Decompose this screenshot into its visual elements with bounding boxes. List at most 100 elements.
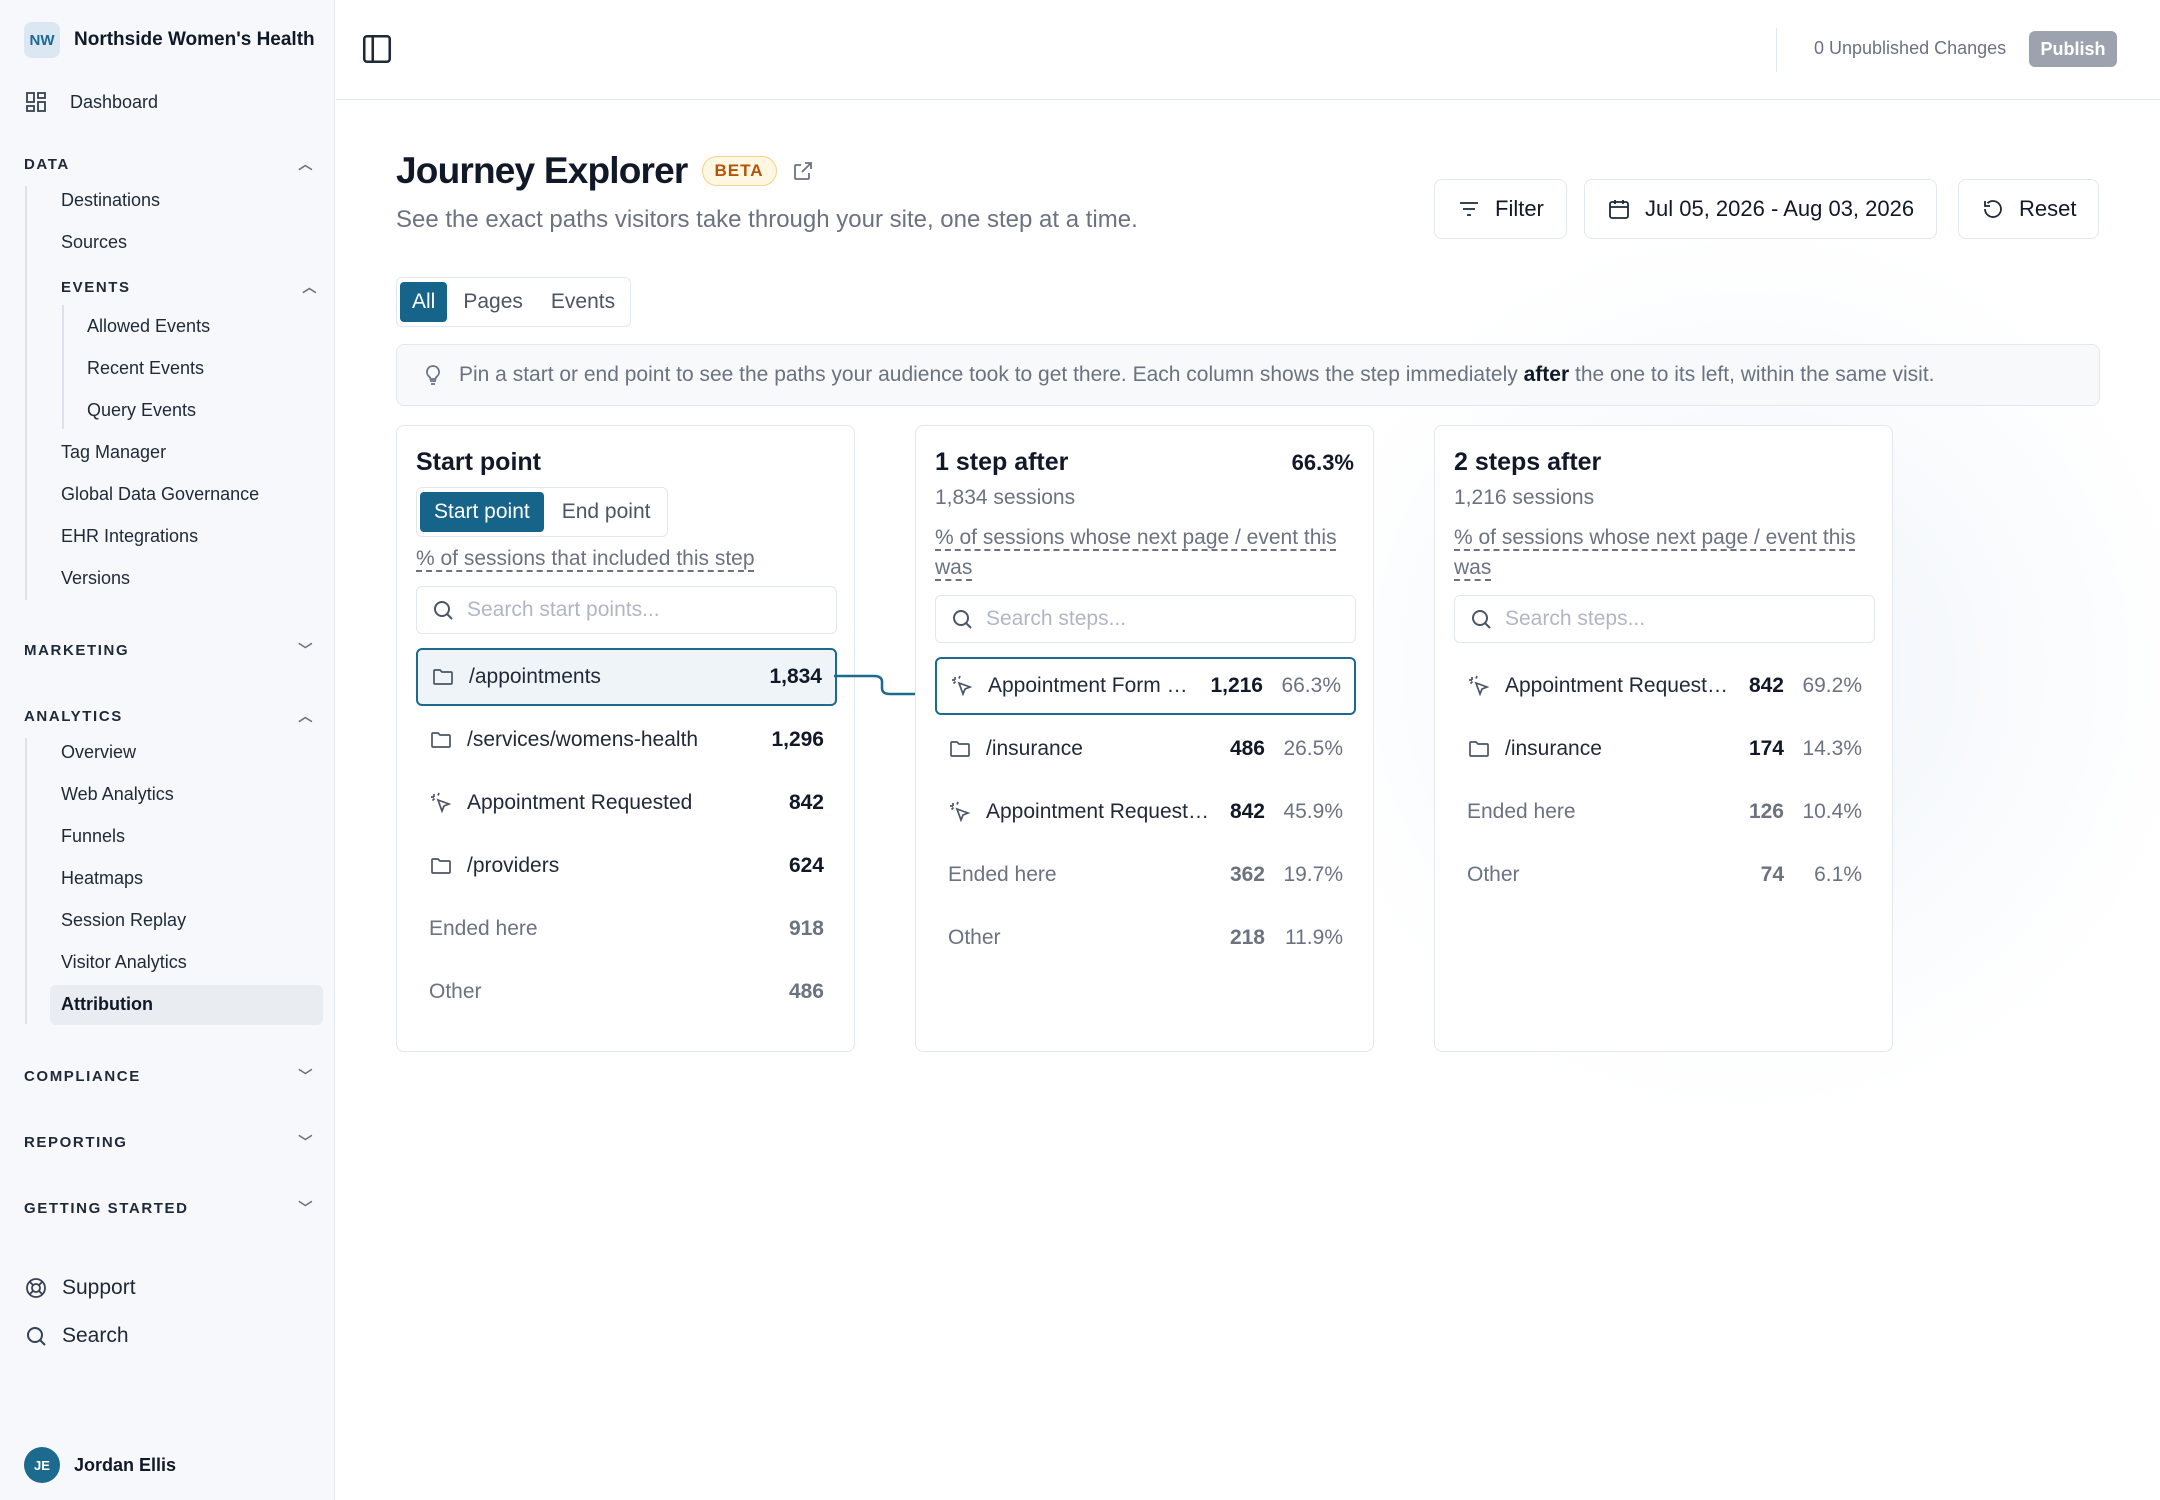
row-percent: 14.3%	[1802, 737, 1862, 760]
sidebar-item-ehr-integrations[interactable]: EHR Integrations	[61, 526, 198, 547]
list-item[interactable]: Appointment Requested 842	[416, 774, 837, 832]
sidebar-item-query-events[interactable]: Query Events	[87, 400, 196, 421]
support-link[interactable]: Support	[24, 1276, 136, 1300]
list-item[interactable]: Appointment Request… 842 45.9%	[935, 783, 1356, 841]
tab-all[interactable]: All	[400, 282, 448, 322]
date-range-button[interactable]: Jul 05, 2026 - Aug 03, 2026	[1584, 179, 1938, 239]
row-count: 174	[1748, 737, 1784, 760]
sidebar-item-funnels[interactable]: Funnels	[61, 826, 125, 847]
unpublished-changes: 0 Unpublished Changes	[1814, 38, 2007, 58]
sidebar-item-allowed-events[interactable]: Allowed Events	[87, 316, 210, 337]
sidebar-item-recent-events[interactable]: Recent Events	[87, 358, 204, 379]
chevron-up-icon: ︿	[298, 156, 314, 172]
row-label: Other	[948, 926, 1001, 949]
list-item[interactable]: Ended here 362 19.7%	[935, 846, 1356, 904]
row-count: 624	[788, 854, 824, 877]
tab-pages[interactable]: Pages	[451, 282, 535, 322]
row-percent: 11.9%	[1285, 926, 1343, 949]
list-item[interactable]: /appointments 1,834	[416, 648, 837, 706]
sidebar-item-global-data-governance[interactable]: Global Data Governance	[61, 484, 259, 505]
list-item[interactable]: /services/womens-health 1,296	[416, 711, 837, 769]
list-item[interactable]: Other 218 11.9%	[935, 909, 1356, 967]
list-item[interactable]: Ended here 918	[416, 900, 837, 958]
sidebar-item-web-analytics[interactable]: Web Analytics	[61, 784, 174, 805]
list-item[interactable]: Ended here 126 10.4%	[1454, 783, 1875, 841]
sidebar-item-tag-manager[interactable]: Tag Manager	[61, 442, 166, 463]
section-analytics-toggle[interactable]: ANALYTICS ︿	[24, 706, 314, 726]
sidebar-item-overview[interactable]: Overview	[61, 742, 136, 763]
row-percent: 66.3%	[1281, 674, 1341, 697]
chevron-down-icon: ﹀	[298, 1134, 314, 1150]
row-label: /insurance	[1505, 737, 1602, 760]
filter-icon	[1460, 202, 1478, 216]
row-count: 842	[788, 791, 824, 814]
section-label: GETTING STARTED	[24, 1199, 189, 1217]
search-steps[interactable]	[935, 595, 1356, 643]
section-marketing-toggle[interactable]: MARKETING ﹀	[24, 640, 314, 660]
search-start-points[interactable]	[416, 586, 837, 634]
list-item[interactable]: Other 486	[416, 963, 837, 1021]
tab-events[interactable]: Events	[539, 282, 627, 322]
sidebar-toggle-icon[interactable]	[360, 32, 394, 66]
row-label: /appointments	[469, 665, 601, 688]
org-switcher[interactable]: NW Northside Women's Health	[24, 22, 315, 58]
sidebar-item-heatmaps[interactable]: Heatmaps	[61, 868, 143, 889]
tree-line	[25, 186, 27, 600]
row-label: /services/womens-health	[467, 728, 699, 751]
list-item[interactable]: Appointment Request… 842 69.2%	[1454, 657, 1875, 715]
section-label: REPORTING	[24, 1133, 128, 1151]
click-event-icon	[950, 801, 971, 823]
folder-icon	[433, 669, 453, 685]
publish-button[interactable]: Publish	[2029, 31, 2117, 67]
user-menu[interactable]: JE Jordan Ellis	[24, 1447, 176, 1483]
list-item[interactable]: Other 74 6.1%	[1454, 846, 1875, 904]
section-data-toggle[interactable]: DATA ︿	[24, 154, 314, 174]
list-item[interactable]: /insurance 486 26.5%	[935, 720, 1356, 778]
row-count: 1,834	[769, 665, 822, 688]
chevron-down-icon: ﹀	[298, 642, 314, 658]
type-tabs: All Pages Events	[396, 277, 632, 327]
sidebar-item-versions[interactable]: Versions	[61, 568, 130, 589]
reset-icon	[1984, 200, 2002, 218]
sidebar-item-destinations[interactable]: Destinations	[61, 190, 160, 211]
search-icon	[27, 1327, 46, 1346]
sidebar-item-visitor-analytics[interactable]: Visitor Analytics	[61, 952, 187, 973]
section-compliance-toggle[interactable]: COMPLIANCE ﹀	[24, 1066, 314, 1086]
row-count: 486	[1229, 737, 1265, 760]
section-getting-started-toggle[interactable]: GETTING STARTED ﹀	[24, 1198, 314, 1218]
sidebar-item-dashboard[interactable]: Dashboard	[24, 90, 158, 114]
search-input[interactable]	[986, 607, 1341, 631]
list-item[interactable]: /insurance 174 14.3%	[1454, 720, 1875, 778]
click-event-icon	[431, 792, 452, 814]
section-reporting-toggle[interactable]: REPORTING ﹀	[24, 1132, 314, 1152]
column-start-point: Start point Start point End point % of s…	[396, 425, 855, 1052]
filter-button[interactable]: Filter	[1434, 179, 1567, 239]
folder-icon	[950, 741, 970, 757]
row-label: /providers	[467, 854, 560, 877]
column-step-2: 2 steps after 1,216 sessions % of sessio…	[1434, 425, 1893, 1052]
external-link-icon[interactable]	[791, 159, 815, 183]
search-input[interactable]	[1505, 607, 1860, 631]
sidebar-item-session-replay[interactable]: Session Replay	[61, 910, 186, 931]
section-label: ANALYTICS	[24, 707, 123, 725]
search-icon	[1472, 610, 1491, 629]
section-events-toggle[interactable]: EVENTS ︿	[61, 277, 318, 297]
search-steps[interactable]	[1454, 595, 1875, 643]
sidebar-item-sources[interactable]: Sources	[61, 232, 127, 253]
row-count: 842	[1229, 800, 1265, 823]
row-label: /insurance	[986, 737, 1083, 760]
column-note: % of sessions that included this step	[416, 547, 755, 570]
toggle-end-point[interactable]: End point	[548, 492, 665, 532]
search-link[interactable]: Search	[24, 1324, 129, 1348]
reset-button[interactable]: Reset	[1958, 179, 2100, 239]
section-label: DATA	[24, 155, 70, 173]
sidebar-item-attribution[interactable]: Attribution	[61, 994, 153, 1015]
folder-icon	[431, 732, 451, 748]
row-count: 1,216	[1210, 674, 1263, 697]
search-input[interactable]	[467, 598, 822, 622]
column-title: 1 step after	[935, 448, 1069, 476]
list-item[interactable]: /providers 624	[416, 837, 837, 895]
row-percent: 26.5%	[1283, 737, 1343, 760]
list-item[interactable]: Appointment Form … 1,216 66.3%	[935, 657, 1356, 715]
toggle-start-point[interactable]: Start point	[420, 492, 544, 532]
